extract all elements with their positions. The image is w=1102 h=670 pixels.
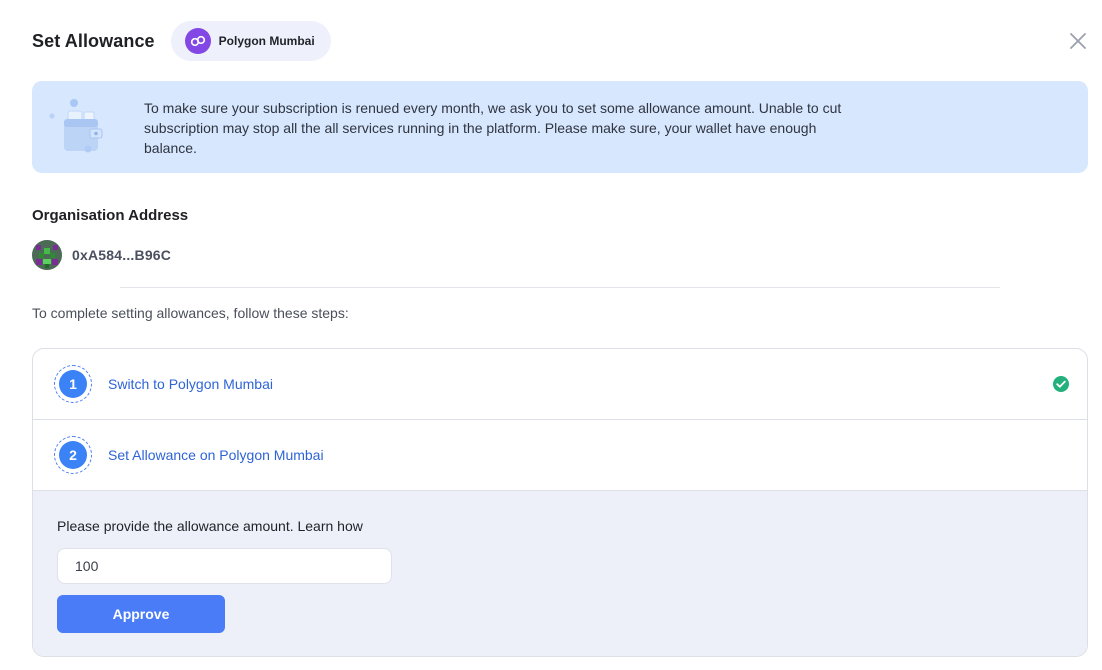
organisation-address: 0xA584...B96C — [32, 240, 171, 270]
avatar — [32, 240, 62, 270]
step-label[interactable]: Set Allowance on Polygon Mumbai — [108, 447, 324, 463]
step-switch-network[interactable]: 1 Switch to Polygon Mumbai — [33, 349, 1087, 420]
steps-list: 1 Switch to Polygon Mumbai 2 Set Allowan… — [32, 348, 1088, 657]
approve-button[interactable]: Approve — [57, 595, 225, 633]
divider — [120, 287, 1000, 288]
info-banner: To make sure your subscription is renued… — [32, 81, 1088, 173]
modal-header: Set Allowance Polygon Mumbai — [32, 21, 1090, 61]
wallet-address: 0xA584...B96C — [72, 247, 172, 263]
allowance-amount-input[interactable] — [57, 548, 392, 584]
banner-text: To make sure your subscription is renued… — [144, 100, 842, 156]
network-label: Polygon Mumbai — [218, 34, 315, 48]
check-circle-icon — [1053, 376, 1069, 392]
step-set-allowance[interactable]: 2 Set Allowance on Polygon Mumbai — [33, 420, 1087, 491]
network-badge: Polygon Mumbai — [170, 21, 331, 61]
allowance-panel: Please provide the allowance amount. Lea… — [33, 491, 1087, 656]
polygon-icon — [184, 28, 211, 54]
instructions-text: To complete setting allowances, follow t… — [32, 305, 349, 321]
step-number: 2 — [59, 441, 87, 469]
organisation-title: Organisation Address — [32, 207, 189, 224]
allowance-label: Please provide the allowance amount. Lea… — [57, 518, 363, 534]
step-number-badge: 1 — [54, 365, 92, 403]
step-number: 1 — [59, 370, 87, 398]
step-label[interactable]: Switch to Polygon Mumbai — [108, 376, 273, 392]
close-icon[interactable] — [1066, 29, 1090, 53]
modal-title: Set Allowance — [32, 30, 155, 51]
step-number-badge: 2 — [54, 436, 92, 474]
wallet-illustration — [49, 99, 103, 153]
